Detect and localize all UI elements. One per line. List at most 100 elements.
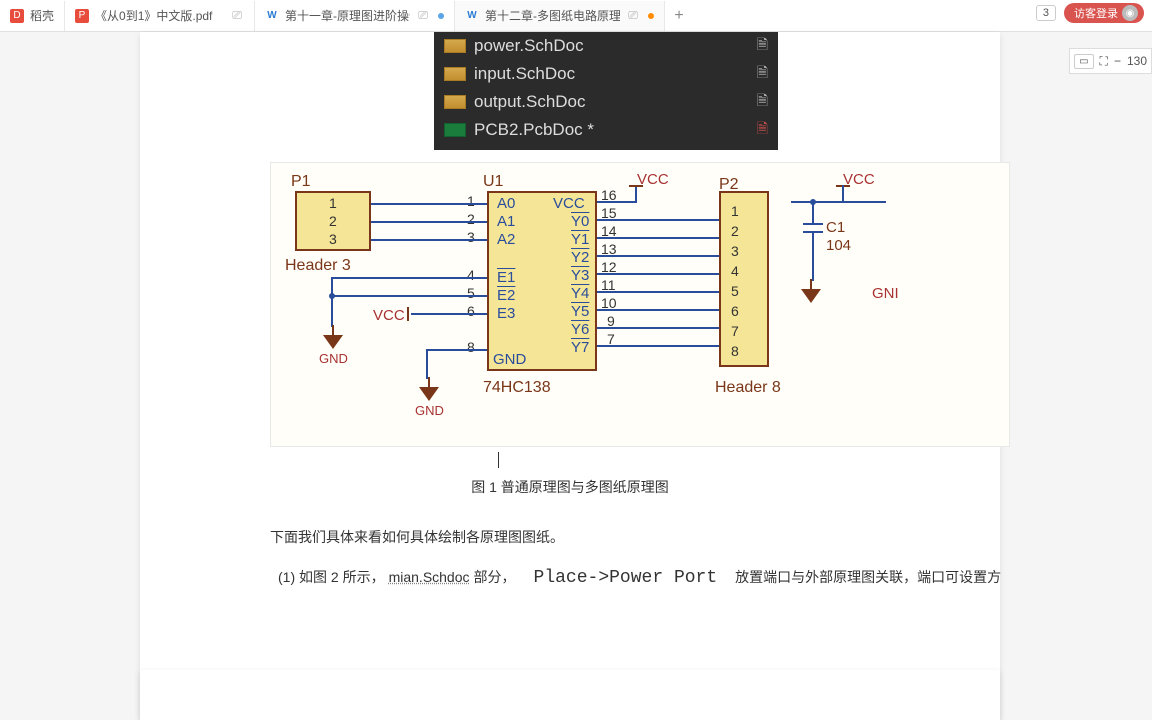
tab-status-dot — [438, 13, 444, 19]
wire — [597, 273, 719, 275]
file-name: PCB2.PcbDoc * — [474, 120, 594, 140]
figure-caption: 图 1 普通原理图与多图纸原理图 — [140, 477, 1000, 497]
pin-number: 1 — [731, 203, 739, 219]
pin-number: 6 — [731, 303, 739, 319]
wire — [597, 327, 719, 329]
tab-doc1[interactable]: W 第十一章-原理图进阶操作.doc ⎚ — [255, 1, 455, 31]
pin-number: 7 — [731, 323, 739, 339]
doc-type-icon: 🗎 — [757, 90, 768, 114]
tab-status-dot — [648, 13, 654, 19]
pin-number: 2 — [329, 213, 337, 229]
pin-name: E3 — [497, 305, 515, 322]
junction — [329, 293, 335, 299]
pin-number: 5 — [467, 285, 475, 301]
tab-doc2[interactable]: W 第十二章-多图纸电路原理图设计 ⎚ — [455, 1, 665, 31]
pin-name: VCC — [553, 195, 585, 212]
fit-mode-icon[interactable]: ▭ — [1074, 54, 1093, 69]
pin-number: 5 — [731, 283, 739, 299]
guest-login-button[interactable]: 访客登录 ◉ — [1064, 3, 1144, 23]
vcc-symbol — [407, 307, 409, 321]
pin-number: 1 — [467, 193, 475, 209]
text: 部分， — [474, 565, 516, 590]
wire — [371, 203, 487, 205]
tab-label: 第十一章-原理图进阶操作.doc — [285, 7, 410, 24]
pin-name: Y2 — [571, 249, 589, 266]
pin-name: E1 — [497, 269, 515, 286]
gnd-label: GND — [319, 351, 348, 366]
file-row: input.SchDoc 🗎 — [434, 60, 778, 88]
fullscreen-icon[interactable]: ⛶ — [1100, 54, 1108, 69]
schematic-file-icon — [444, 39, 466, 53]
code-text: Place->Power Port — [534, 562, 718, 594]
pin-number: 3 — [329, 231, 337, 247]
pin-name: GND — [493, 351, 526, 368]
wire — [842, 185, 844, 203]
tab-close-icon[interactable]: ⎚ — [230, 9, 244, 23]
pin-number: 8 — [731, 343, 739, 359]
designator-p1: P1 — [291, 173, 311, 191]
component-name: Header 8 — [715, 379, 781, 397]
text: 放置端口与外部原理图关联，端口可设置方 — [735, 565, 1001, 590]
gnd-symbol — [801, 279, 821, 303]
pin-number: 3 — [731, 243, 739, 259]
pin-name: A0 — [497, 195, 515, 212]
wire — [597, 309, 719, 311]
file-name: output.SchDoc — [474, 92, 586, 112]
wire — [597, 219, 719, 221]
schematic-file-icon — [444, 67, 466, 81]
wire — [597, 291, 719, 293]
designator-c1: C1 — [826, 219, 845, 236]
schematic-diagram: P1 U1 P2 VCC VCC GNI 1 2 3 Header 3 A0 A… — [270, 162, 1010, 447]
file-row: power.SchDoc 🗎 — [434, 32, 778, 60]
tab-home[interactable]: D 稻壳 — [0, 1, 65, 31]
wire — [426, 349, 487, 351]
wire — [331, 277, 487, 279]
wire — [597, 345, 719, 347]
link-text: mian.Schdoc — [389, 565, 470, 590]
next-page — [140, 670, 1000, 720]
file-name: power.SchDoc — [474, 36, 584, 56]
tab-label: 稻壳 — [30, 7, 54, 24]
app-icon: D — [10, 9, 24, 23]
zoom-value: 130 — [1127, 54, 1147, 68]
vcc-symbol — [629, 185, 643, 187]
wire — [597, 237, 719, 239]
pin-number: 2 — [731, 223, 739, 239]
login-label: 访客登录 — [1074, 5, 1118, 21]
pin-name: Y6 — [571, 321, 589, 338]
avatar-icon: ◉ — [1122, 5, 1138, 21]
tab-close-icon[interactable]: ⎚ — [626, 9, 640, 23]
word-icon: W — [465, 9, 479, 23]
pin-number: 4 — [467, 267, 475, 283]
doc-type-icon: 🗎 — [757, 62, 768, 86]
wire — [331, 277, 333, 327]
pin-name: Y3 — [571, 267, 589, 284]
wire — [635, 185, 637, 203]
pin-name: Y1 — [571, 231, 589, 248]
text-cursor — [498, 452, 499, 468]
top-right-controls: 3 访客登录 ◉ — [1036, 3, 1144, 23]
tab-pdf[interactable]: P 《从0到1》中文版.pdf ⎚ — [65, 1, 255, 31]
doc-type-icon: 🗎 — [757, 118, 768, 142]
new-tab-button[interactable]: + — [665, 7, 693, 25]
pcb-file-icon — [444, 123, 466, 137]
wire — [426, 349, 428, 379]
tab-label: 《从0到1》中文版.pdf — [95, 7, 224, 24]
pin-name: Y4 — [571, 285, 589, 302]
component-name: Header 3 — [285, 257, 351, 275]
wire — [371, 239, 487, 241]
zoom-panel: ▭ ⛶ − 130 — [1069, 48, 1152, 74]
net-vcc: VCC — [373, 307, 405, 324]
document-page: power.SchDoc 🗎 input.SchDoc 🗎 output.Sch… — [140, 32, 1000, 720]
notification-counter[interactable]: 3 — [1036, 5, 1056, 21]
wire — [371, 221, 487, 223]
tab-close-icon[interactable]: ⎚ — [416, 9, 430, 23]
pin-name: Y0 — [571, 213, 589, 230]
file-tree-panel: power.SchDoc 🗎 input.SchDoc 🗎 output.Sch… — [434, 32, 778, 150]
word-icon: W — [265, 9, 279, 23]
doc-type-icon: 🗎 — [757, 34, 768, 58]
zoom-out-icon[interactable]: − — [1114, 54, 1121, 68]
pin-number: 6 — [467, 303, 475, 319]
file-name: input.SchDoc — [474, 64, 575, 84]
gnd-symbol: GND — [415, 377, 444, 418]
